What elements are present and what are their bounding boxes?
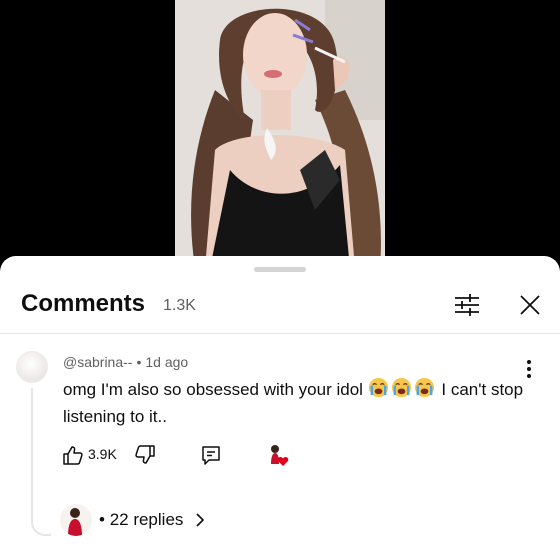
creator-heart-badge [266, 442, 292, 468]
like-count: 3.9K [88, 446, 117, 462]
comments-title: Comments [21, 290, 146, 317]
loudly-crying-face-icon [391, 377, 411, 398]
comments-sheet: Comments 1.3K @sabrina-- • 1d ago omg I'… [0, 256, 560, 560]
close-button[interactable] [513, 288, 547, 322]
sliders-icon [455, 294, 479, 316]
thumbs-up-icon [63, 446, 83, 465]
comment-thread: @sabrina-- • 1d ago omg I'm also so obsess… [0, 346, 560, 560]
comments-header: Comments 1.3K [0, 278, 560, 334]
reply-comment-icon [202, 446, 220, 465]
comment-text: omg I'm also so obsessed with your idol [63, 376, 533, 430]
comment-meta: @sabrina-- • 1d ago [63, 354, 188, 370]
loudly-crying-face-icon [414, 377, 434, 398]
drag-handle[interactable] [254, 267, 306, 272]
replies-label: • 22 replies [99, 510, 184, 529]
sort-filter-button[interactable] [450, 288, 484, 322]
dislike-button[interactable] [134, 444, 156, 466]
thumbs-down-icon [135, 445, 155, 464]
header-divider [0, 333, 560, 334]
close-icon [520, 295, 540, 315]
comments-count: 1.3K [163, 297, 196, 314]
chevron-right-icon [196, 513, 205, 527]
loudly-crying-face-icon [368, 377, 388, 398]
avatar [60, 504, 92, 536]
avatar[interactable] [16, 351, 48, 383]
replies-count: 22 replies [109, 510, 184, 529]
comment-actions: 3.9K [62, 442, 362, 472]
video-frame [175, 0, 385, 268]
thread-line [31, 388, 51, 536]
comment-text-start: omg I'm also so obsessed with your idol [63, 380, 368, 399]
meta-separator: • [136, 354, 142, 370]
creator-avatar-icon [60, 504, 92, 536]
like-button[interactable] [62, 444, 84, 466]
video-player[interactable] [0, 0, 560, 268]
comment-author[interactable]: @sabrina-- [63, 354, 132, 370]
comment-time: 1d ago [145, 354, 189, 370]
creator-heart-icon [271, 445, 289, 466]
reply-button[interactable] [200, 444, 222, 466]
view-replies-button[interactable]: • 22 replies [60, 504, 260, 540]
